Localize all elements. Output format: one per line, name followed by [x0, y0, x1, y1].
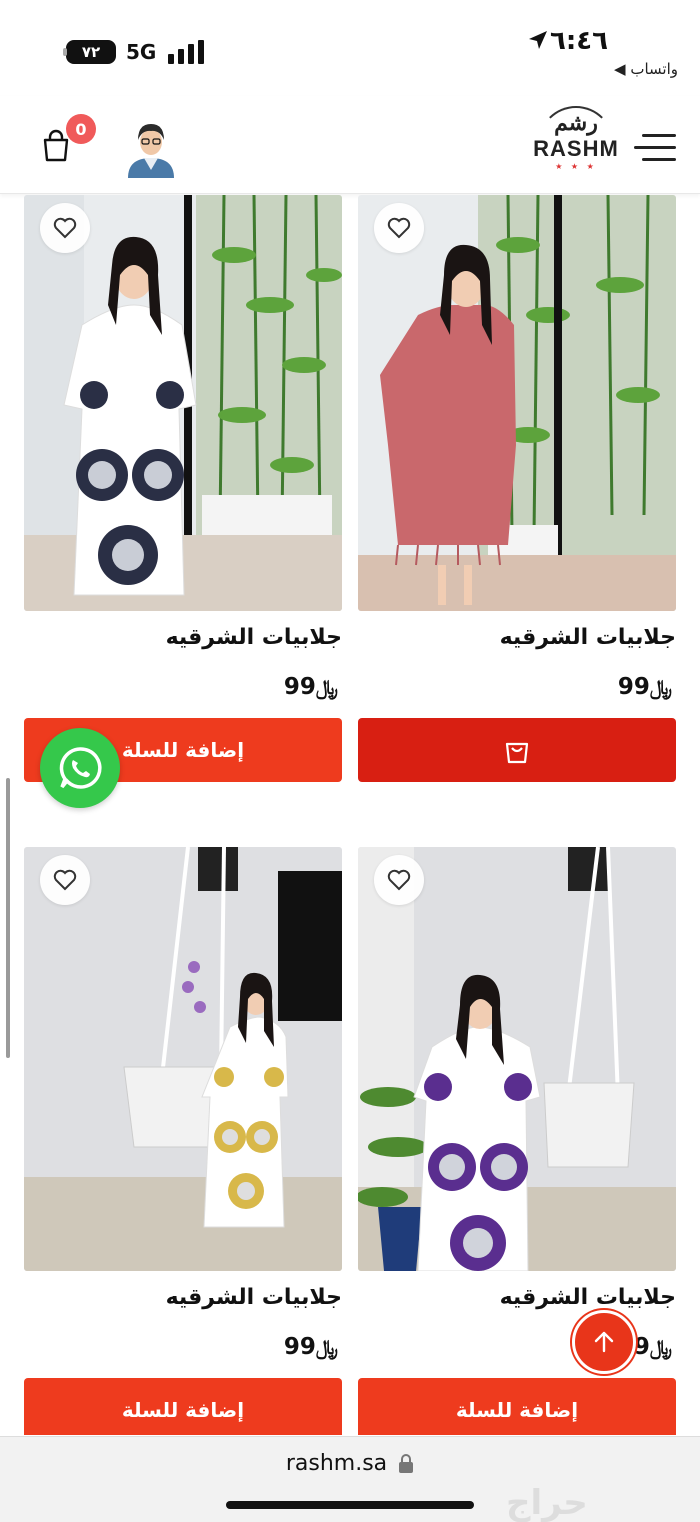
status-bar: ٧٢ 5G ٦:٤٦ ◀ واتساب	[0, 0, 700, 88]
clock: ٦:٤٦	[549, 26, 608, 56]
cart-count-badge: 0	[66, 114, 96, 144]
haraj-watermark: حراج	[506, 1483, 588, 1522]
product-grid: جلابيات الشرقيه ﷼99 إضافة للسلة جلابيات …	[0, 195, 700, 1435]
product-title[interactable]: جلابيات الشرقيه	[24, 1285, 342, 1310]
heart-icon	[53, 217, 77, 239]
product-price: ﷼99	[283, 674, 338, 700]
product-image[interactable]	[24, 195, 342, 611]
back-to-app-link[interactable]: ◀ واتساب	[614, 60, 678, 78]
url-display[interactable]: rashm.sa	[0, 1451, 700, 1476]
scrollbar[interactable]	[6, 778, 10, 1058]
add-to-cart-button[interactable]: إضافة للسلة	[358, 1378, 676, 1435]
heart-icon	[53, 869, 77, 891]
url-domain: rashm.sa	[285, 1451, 388, 1476]
whatsapp-chat-button[interactable]	[40, 728, 120, 808]
product-card[interactable]: جلابيات الشرقيه ﷼99 إضافة للسلة	[24, 847, 342, 1435]
product-price: ﷼99	[617, 674, 672, 700]
product-card[interactable]: جلابيات الشرقيه ﷼99	[358, 195, 676, 782]
favorite-button[interactable]	[374, 203, 424, 253]
rashm-logo[interactable]: رشم RASHM ★ ★ ★	[530, 106, 622, 186]
product-title[interactable]: جلابيات الشرقيه	[24, 625, 342, 650]
scroll-to-top-button[interactable]	[572, 1310, 636, 1374]
add-to-cart-button[interactable]: إضافة للسلة	[24, 1378, 342, 1435]
browser-url-bar[interactable]: rashm.sa حراج	[0, 1436, 700, 1522]
battery-level: ٧٢	[81, 43, 101, 61]
shopping-bag-icon	[505, 742, 529, 764]
product-image[interactable]	[358, 195, 676, 611]
lock-icon	[399, 1454, 414, 1473]
user-avatar-icon[interactable]	[124, 118, 178, 178]
site-header: 0 رشم RASHM ★ ★ ★	[0, 96, 700, 194]
hamburger-menu-icon[interactable]	[634, 134, 676, 162]
signal-icon	[168, 40, 204, 64]
product-image[interactable]	[358, 847, 676, 1271]
location-arrow-icon	[529, 31, 547, 49]
favorite-button[interactable]	[374, 855, 424, 905]
add-to-cart-button[interactable]	[358, 718, 676, 782]
favorite-button[interactable]	[40, 855, 90, 905]
network-type: 5G	[126, 40, 157, 64]
product-card[interactable]: جلابيات الشرقيه ﷼99 إضافة للسلة	[24, 195, 342, 782]
heart-icon	[387, 217, 411, 239]
favorite-button[interactable]	[40, 203, 90, 253]
product-image[interactable]	[24, 847, 342, 1271]
product-title[interactable]: جلابيات الشرقيه	[358, 625, 676, 650]
product-price: ﷼99	[283, 1334, 338, 1360]
whatsapp-icon	[59, 747, 102, 789]
heart-icon	[387, 869, 411, 891]
product-title[interactable]: جلابيات الشرقيه	[358, 1285, 676, 1310]
battery-indicator: ٧٢	[63, 40, 116, 64]
home-indicator[interactable]	[226, 1501, 474, 1509]
arrow-up-icon	[594, 1331, 614, 1353]
